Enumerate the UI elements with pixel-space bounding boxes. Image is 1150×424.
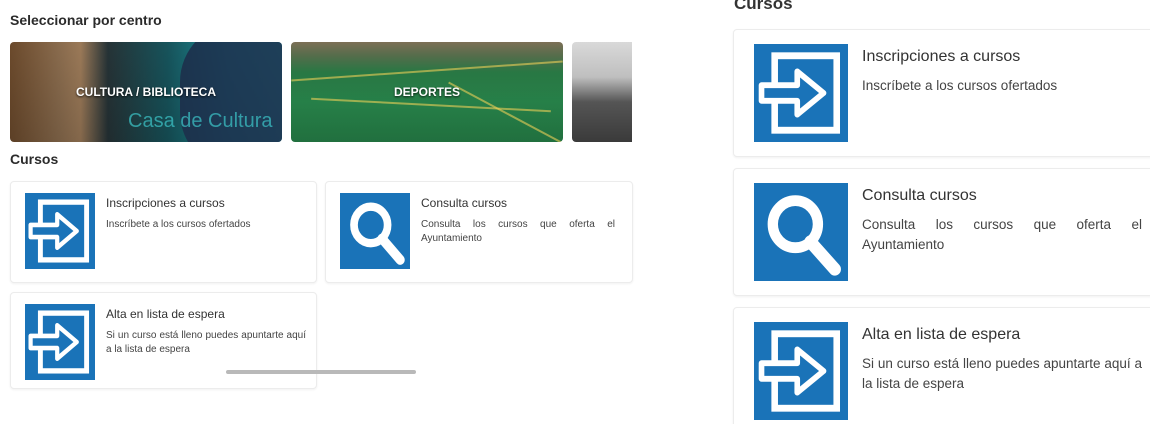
centers-carousel[interactable]: Casa de Cultura CULTURA / BIBLIOTECA DEP…	[10, 42, 632, 142]
court-line	[311, 97, 551, 113]
course-card-inscripciones[interactable]: Inscripciones a cursos Inscríbete a los …	[10, 181, 317, 283]
course-card-description: Inscríbete a los cursos ofertados	[106, 219, 251, 230]
course-card-title: Inscripciones a cursos	[106, 196, 225, 210]
center-card-partial[interactable]	[572, 42, 632, 142]
enter-arrow-icon	[754, 44, 848, 142]
course-card-consulta[interactable]: Consulta cursos Consulta los cursos que …	[325, 181, 633, 283]
court-line	[291, 60, 563, 82]
course-card-lista-espera[interactable]: Alta en lista de espera Si un curso está…	[10, 292, 317, 389]
photo-sign-text: Casa de Cultura	[128, 110, 273, 132]
center-card-deportes[interactable]: DEPORTES	[291, 42, 563, 142]
courses-section-title: Cursos	[10, 151, 59, 167]
center-card-label: DEPORTES	[393, 85, 460, 99]
course-card-title: Alta en lista de espera	[862, 326, 1021, 343]
magnifier-icon	[754, 183, 848, 281]
enter-arrow-icon	[754, 322, 848, 420]
scroll-handle[interactable]	[226, 370, 416, 374]
course-card-title: Consulta cursos	[862, 187, 977, 204]
course-card-title: Alta en lista de espera	[106, 307, 225, 321]
app-screenshot: Seleccionar por centro Casa de Cultura C…	[0, 0, 1150, 424]
enter-arrow-icon	[25, 193, 95, 269]
courses-section-title: Cursos	[734, 0, 793, 13]
course-card-consulta[interactable]: Consulta cursos Consulta los cursos que …	[733, 168, 1150, 296]
center-card-cultura[interactable]: Casa de Cultura CULTURA / BIBLIOTECA	[10, 42, 282, 142]
course-card-inscripciones[interactable]: Inscripciones a cursos Inscríbete a los …	[733, 29, 1150, 157]
left-panel: Seleccionar por centro Casa de Cultura C…	[0, 0, 640, 424]
right-panel-zoom: Cursos Inscripciones a cursos Inscríbete…	[640, 0, 1150, 424]
course-card-description: Si un curso está lleno puedes apuntarte …	[106, 330, 306, 355]
course-card-description: Inscríbete a los cursos ofertados	[862, 78, 1058, 93]
centers-section-title: Seleccionar por centro	[10, 12, 162, 28]
center-card-label: CULTURA / BIBLIOTECA	[76, 85, 216, 99]
enter-arrow-icon	[25, 304, 95, 380]
course-card-description: Consulta los cursos que oferta el Ayunta…	[862, 217, 1142, 252]
course-card-title: Inscripciones a cursos	[862, 48, 1021, 65]
course-card-lista-espera[interactable]: Alta en lista de espera Si un curso está…	[733, 307, 1150, 424]
course-card-description: Si un curso está lleno puedes apuntarte …	[862, 356, 1142, 391]
magnifier-icon	[340, 193, 410, 269]
course-card-description: Consulta los cursos que oferta el Ayunta…	[421, 219, 615, 244]
course-card-title: Consulta cursos	[421, 196, 508, 210]
